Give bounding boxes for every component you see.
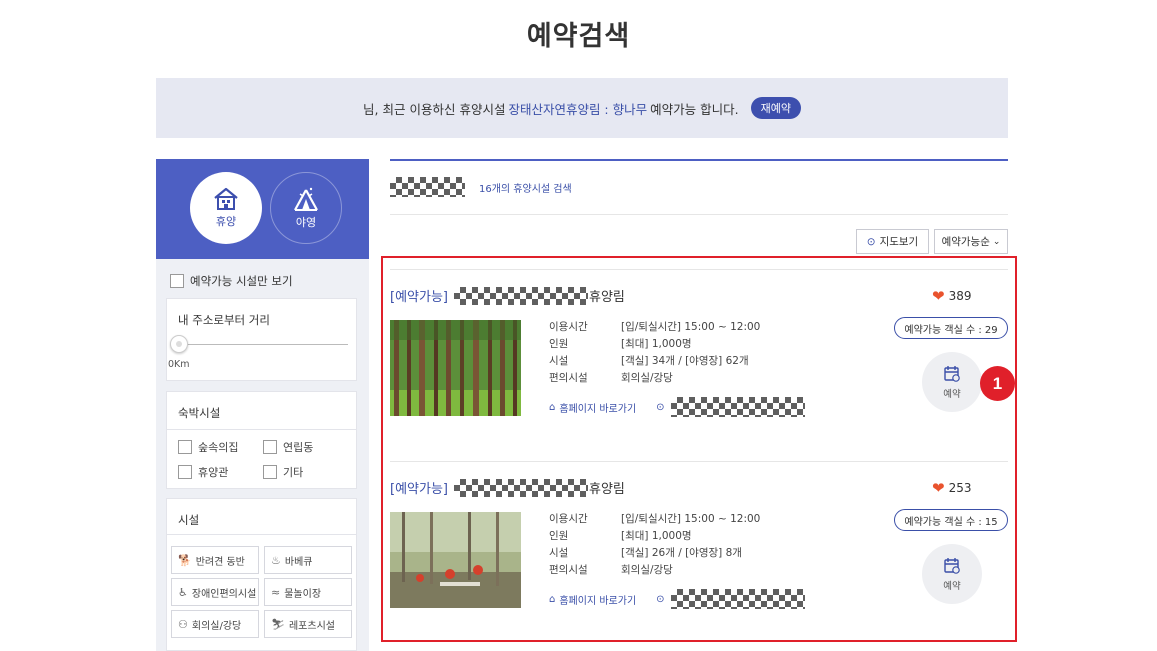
divider: [390, 214, 1008, 215]
facility-accessible-button[interactable]: ♿ 장애인편의시설: [171, 578, 259, 606]
mode-camping-button[interactable]: 야영: [270, 172, 342, 244]
results-count: 16개의 휴양시설 검색: [479, 183, 572, 195]
redacted-region: [390, 177, 465, 197]
distance-slider-handle[interactable]: [170, 335, 188, 353]
checkbox-box[interactable]: [178, 465, 192, 479]
map-view-label: 지도보기: [879, 236, 919, 248]
results-count-row: 16개의 휴양시설 검색: [390, 176, 572, 198]
water-icon: ≈: [271, 585, 281, 599]
map-view-button[interactable]: ⊙ 지도보기: [856, 229, 929, 254]
facility-label: 레포츠시설: [288, 620, 335, 632]
distance-slider-track[interactable]: [181, 344, 348, 345]
checkbox-box[interactable]: [178, 440, 192, 454]
distance-value: 0Km: [168, 359, 190, 370]
meeting-icon: ⚇: [178, 617, 188, 631]
facility-label: 회의실/강당: [191, 620, 242, 632]
checkbox-box[interactable]: [263, 440, 277, 454]
option-label: 기타: [283, 466, 304, 479]
only-available-checkbox[interactable]: 예약가능 시설만 보기: [170, 273, 293, 289]
option-label: 숲속의집: [198, 441, 239, 454]
divider: [167, 534, 356, 535]
mode-recreation-button[interactable]: 휴양: [190, 172, 262, 244]
facility-waterplay-button[interactable]: ≈ 물놀이장: [264, 578, 352, 606]
facility-bbq-button[interactable]: ♨ 바베큐: [264, 546, 352, 574]
page-title: 예약검색: [526, 21, 631, 52]
results-top-border: [390, 159, 1008, 161]
banner-prefix: 님, 최근 이용하신 휴양시설: [363, 101, 506, 117]
recent-facility-banner: 님, 최근 이용하신 휴양시설 장태산자연휴양림 : 향나무 예약가능 합니다.…: [156, 78, 1008, 138]
chevron-down-icon: ⌄: [992, 236, 1001, 247]
checkbox-box[interactable]: [170, 274, 184, 288]
distance-title: 내 주소로부터 거리: [178, 313, 270, 327]
lodging-option-lodge[interactable]: 휴양관: [178, 464, 228, 480]
wheelchair-icon: ♿: [178, 585, 188, 599]
highlight-box: [381, 256, 1017, 642]
lodging-title: 숙박시설: [178, 406, 221, 420]
facilities-filter: 시설 🐕 반려견 동반 ♨ 바베큐 ♿ 장애인편의시설 ≈ 물놀이장 ⚇ 회의실…: [166, 498, 357, 651]
distance-filter: 내 주소로부터 거리 0Km: [166, 298, 357, 381]
lodging-option-townhouse[interactable]: 연립동: [263, 439, 313, 455]
only-available-label: 예약가능 시설만 보기: [190, 274, 293, 288]
grill-icon: ♨: [271, 553, 281, 567]
divider: [167, 429, 356, 430]
sort-select[interactable]: 예약가능순 ⌄: [934, 229, 1008, 254]
house-icon: [214, 187, 238, 210]
banner-facility-link[interactable]: 장태산자연휴양림 : 향나무: [508, 99, 647, 118]
facility-label: 장애인편의시설: [191, 588, 257, 600]
tent-icon: [294, 187, 318, 211]
lodging-option-other[interactable]: 기타: [263, 464, 303, 480]
sports-icon: ⛷: [271, 617, 285, 631]
facility-label: 바베큐: [284, 556, 313, 568]
mode-label: 휴양: [215, 215, 237, 228]
facility-pet-button[interactable]: 🐕 반려견 동반: [171, 546, 259, 574]
mode-label: 야영: [295, 216, 317, 229]
facility-meeting-button[interactable]: ⚇ 회의실/강당: [171, 610, 259, 638]
map-pin-icon: ⊙: [866, 235, 876, 248]
option-label: 연립동: [283, 441, 314, 454]
lodging-filter: 숙박시설 숲속의집 연립동 휴양관 기타: [166, 391, 357, 489]
sort-label: 예약가능순: [941, 236, 990, 248]
lodging-option-forest-house[interactable]: 숲속의집: [178, 439, 238, 455]
facility-label: 반려견 동반: [195, 556, 245, 568]
mode-switch-panel: 휴양 야영: [156, 159, 369, 259]
checkbox-box[interactable]: [263, 465, 277, 479]
dog-icon: 🐕: [178, 553, 192, 567]
rebook-button[interactable]: 재예약: [750, 97, 801, 119]
facility-label: 물놀이장: [284, 588, 322, 600]
option-label: 휴양관: [198, 466, 229, 479]
banner-suffix: 예약가능 합니다.: [650, 101, 739, 117]
annotation-marker: 1: [980, 366, 1015, 401]
facilities-title: 시설: [178, 513, 200, 527]
facility-sports-button[interactable]: ⛷ 레포츠시설: [264, 610, 352, 638]
